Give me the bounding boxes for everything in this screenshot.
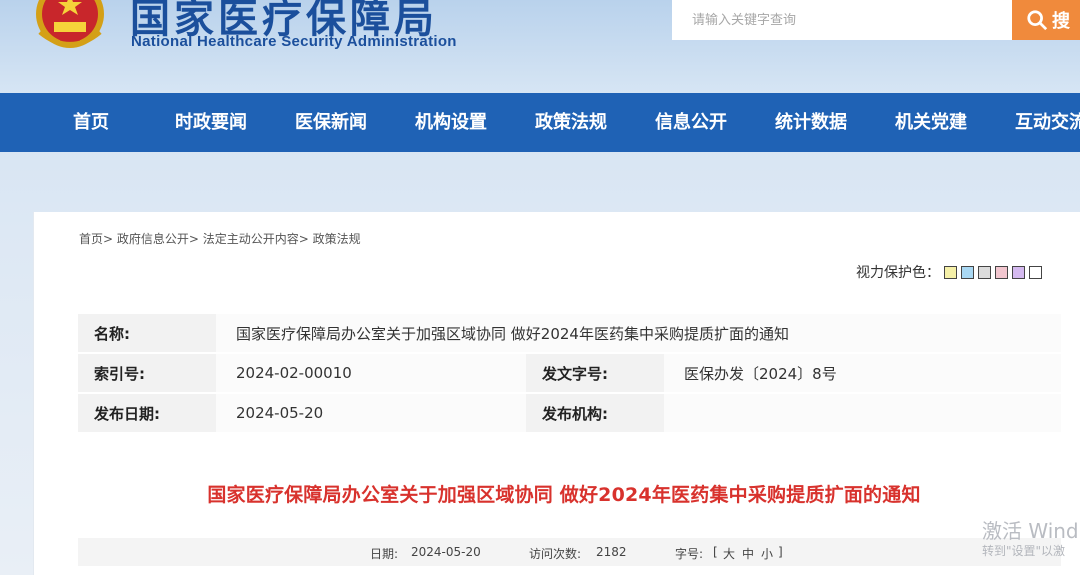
swatch-yellow[interactable] <box>944 265 957 279</box>
nav-item-disclosure[interactable]: 信息公开 <box>655 93 727 152</box>
info-date-value: 2024-05-20 <box>411 545 481 559</box>
meta-name-value: 国家医疗保障局办公室关于加强区域协同 做好2024年医药集中采购提质扩面的通知 <box>216 314 1061 352</box>
meta-date-value: 2024-05-20 <box>216 394 526 432</box>
font-size-close-bracket: ] <box>778 545 783 559</box>
font-size-large-button[interactable]: 大 <box>723 545 735 562</box>
eye-care-label: 视力保护色： <box>856 265 940 281</box>
info-visits-value: 2182 <box>596 545 627 559</box>
nav-item-statistics[interactable]: 统计数据 <box>775 93 847 152</box>
meta-row-index: 索引号: 2024-02-00010 发文字号: 医保办发〔2024〕8号 <box>78 354 1061 392</box>
breadcrumb: 首页> 政府信息公开> 法定主动公开内容> 政策法规 <box>79 230 361 247</box>
nav-item-policy[interactable]: 政策法规 <box>535 93 607 152</box>
nav-item-organization[interactable]: 机构设置 <box>415 93 487 152</box>
eye-care-selector: 视力保护色： <box>856 262 1042 282</box>
search-icon <box>1027 10 1048 31</box>
meta-name-label: 名称: <box>78 314 216 352</box>
meta-org-label: 发布机构: <box>526 394 664 432</box>
breadcrumb-home[interactable]: 首页> <box>79 232 113 246</box>
document-title: 国家医疗保障局办公室关于加强区域协同 做好2024年医药集中采购提质扩面的通知 <box>207 484 921 506</box>
swatch-blue[interactable] <box>961 265 974 279</box>
site-subtitle: National Healthcare Security Administrat… <box>131 33 457 50</box>
activation-watermark-hint: 转到"设置"以激 <box>982 544 1066 558</box>
meta-row-name: 名称: 国家医疗保障局办公室关于加强区域协同 做好2024年医药集中采购提质扩面… <box>78 314 1061 352</box>
font-size-open-bracket: [ <box>713 545 718 559</box>
search-box <box>672 0 1012 40</box>
breadcrumb-policy[interactable]: 政策法规 <box>313 232 361 246</box>
search-button[interactable]: 搜 <box>1012 0 1080 40</box>
swatch-white[interactable] <box>1029 265 1042 279</box>
nav-item-home[interactable]: 首页 <box>73 93 109 152</box>
meta-docno-value: 医保办发〔2024〕8号 <box>664 354 1061 392</box>
breadcrumb-mandatory[interactable]: 法定主动公开内容> <box>203 232 309 246</box>
nav-item-interaction[interactable]: 互动交流 <box>1015 93 1080 152</box>
meta-date-label: 发布日期: <box>78 394 216 432</box>
search-input[interactable] <box>672 0 1012 40</box>
activation-watermark-title: 激活 Wind <box>982 519 1079 543</box>
info-visits-label: 访问次数: <box>529 547 582 561</box>
site-header: 国家医疗保障局 National Healthcare Security Adm… <box>0 0 1080 93</box>
meta-org-value <box>664 394 1061 432</box>
nav-item-politics[interactable]: 时政要闻 <box>175 93 247 152</box>
nav-item-news[interactable]: 医保新闻 <box>295 93 367 152</box>
meta-row-date: 发布日期: 2024-05-20 发布机构: <box>78 394 1061 432</box>
meta-index-label: 索引号: <box>78 354 216 392</box>
meta-index-value: 2024-02-00010 <box>216 354 526 392</box>
info-date-label: 日期: <box>370 547 399 561</box>
document-meta-table: 名称: 国家医疗保障局办公室关于加强区域协同 做好2024年医药集中采购提质扩面… <box>78 312 1061 434</box>
swatch-pink[interactable] <box>995 265 1008 279</box>
font-size-small-button[interactable]: 小 <box>761 545 773 562</box>
search-button-label: 搜 <box>1052 11 1070 32</box>
nav-item-party[interactable]: 机关党建 <box>895 93 967 152</box>
font-size-medium-button[interactable]: 中 <box>742 545 754 562</box>
article-info-bar: 日期: 2024-05-20 访问次数: 2182 字号: [ 大 中 小 ] <box>78 538 1061 566</box>
swatch-gray[interactable] <box>978 265 991 279</box>
breadcrumb-gov-info[interactable]: 政府信息公开> <box>117 232 199 246</box>
national-emblem-icon <box>36 0 104 48</box>
swatch-purple[interactable] <box>1012 265 1025 279</box>
meta-docno-label: 发文字号: <box>526 354 664 392</box>
info-font-label: 字号: <box>675 547 704 561</box>
content-card: 首页> 政府信息公开> 法定主动公开内容> 政策法规 视力保护色： 名称: 国家… <box>33 212 1080 575</box>
main-nav: 首页 时政要闻 医保新闻 机构设置 政策法规 信息公开 统计数据 机关党建 互动… <box>0 93 1080 152</box>
